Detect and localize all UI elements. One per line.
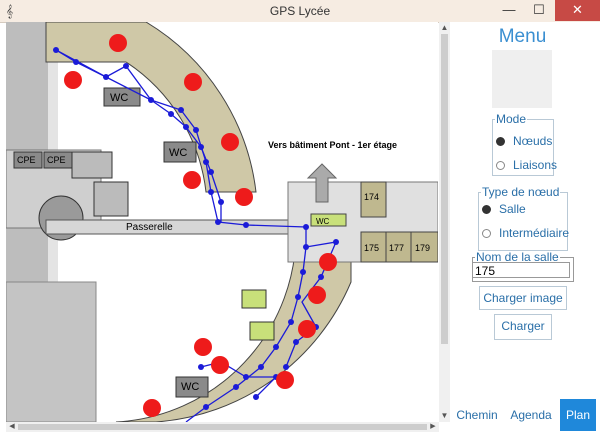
maximize-button[interactable]: ☐ — [524, 0, 554, 21]
node-type-legend: Type de nœud — [482, 185, 560, 199]
radio-dot-icon[interactable] — [482, 229, 491, 239]
room-179-label: 179 — [415, 243, 430, 253]
type-radio-intermediate[interactable]: Intermédiaire — [482, 226, 569, 240]
title-bar: 𝄞 GPS Lycée — ☐ ✕ — [0, 0, 600, 23]
menu-title: Menu — [498, 26, 547, 47]
lower-left-block — [6, 281, 97, 422]
scroll-down-icon[interactable]: ▼ — [439, 410, 450, 422]
scroll-thumb[interactable] — [441, 34, 448, 344]
close-button[interactable]: ✕ — [555, 0, 600, 21]
room-175-label: 175 — [364, 243, 379, 253]
charger-button[interactable]: Charger — [494, 314, 552, 340]
room-green-2 — [249, 321, 275, 341]
passerelle-label: Passerelle — [126, 222, 173, 233]
tab-chemin[interactable]: Chemin — [452, 399, 502, 431]
info-room — [71, 151, 113, 179]
mode-radio-nodes[interactable]: Nœuds — [496, 134, 552, 148]
room-174-label: 174 — [364, 192, 379, 202]
type-radio-salle[interactable]: Salle — [482, 202, 526, 216]
direction-label: Vers bâtiment Pont - 1er étage — [268, 140, 397, 150]
wc-label-2: WC — [169, 147, 187, 159]
radio-dot-icon[interactable] — [496, 161, 505, 171]
scroll-left-icon[interactable]: ◀ — [6, 422, 18, 432]
scroll-right-icon[interactable]: ▶ — [427, 422, 439, 432]
cpe-label-1: CPE — [17, 155, 36, 165]
vertical-scrollbar[interactable]: ▲ ▼ — [439, 22, 450, 422]
node-type-group: Type de nœud — [478, 185, 568, 251]
side-panel: Menu Mode Nœuds Liaisons Type de nœud Sa… — [450, 22, 600, 436]
floor-plan[interactable]: Passerelle Vers bâtiment Pont - 1er étag… — [6, 22, 438, 422]
room-177-label: 177 — [389, 243, 404, 253]
room-name-input[interactable]: 175 — [472, 262, 570, 278]
mode-radio-links[interactable]: Liaisons — [496, 158, 557, 172]
minimize-button[interactable]: — — [494, 0, 524, 21]
radio-dot-icon[interactable] — [496, 137, 505, 147]
load-image-button[interactable]: Charger image — [479, 286, 567, 310]
tab-plan[interactable]: Plan — [560, 399, 596, 431]
cpe-label-2: CPE — [47, 155, 66, 165]
scroll-up-icon[interactable]: ▲ — [439, 22, 450, 34]
media-room — [93, 181, 129, 217]
map-canvas[interactable]: Passerelle Vers bâtiment Pont - 1er étag… — [6, 22, 438, 422]
hscroll-thumb[interactable] — [18, 424, 427, 430]
room-green-1 — [241, 289, 267, 309]
mode-legend: Mode — [496, 112, 527, 126]
radio-dot-icon[interactable] — [482, 205, 491, 215]
wc-label-4: WC — [316, 217, 330, 226]
horizontal-scrollbar[interactable]: ◀ ▶ — [6, 422, 439, 432]
image-preview — [492, 50, 552, 108]
wc-label-1: WC — [110, 92, 128, 104]
tab-agenda[interactable]: Agenda — [506, 399, 556, 431]
wc-label-3: WC — [181, 381, 199, 393]
